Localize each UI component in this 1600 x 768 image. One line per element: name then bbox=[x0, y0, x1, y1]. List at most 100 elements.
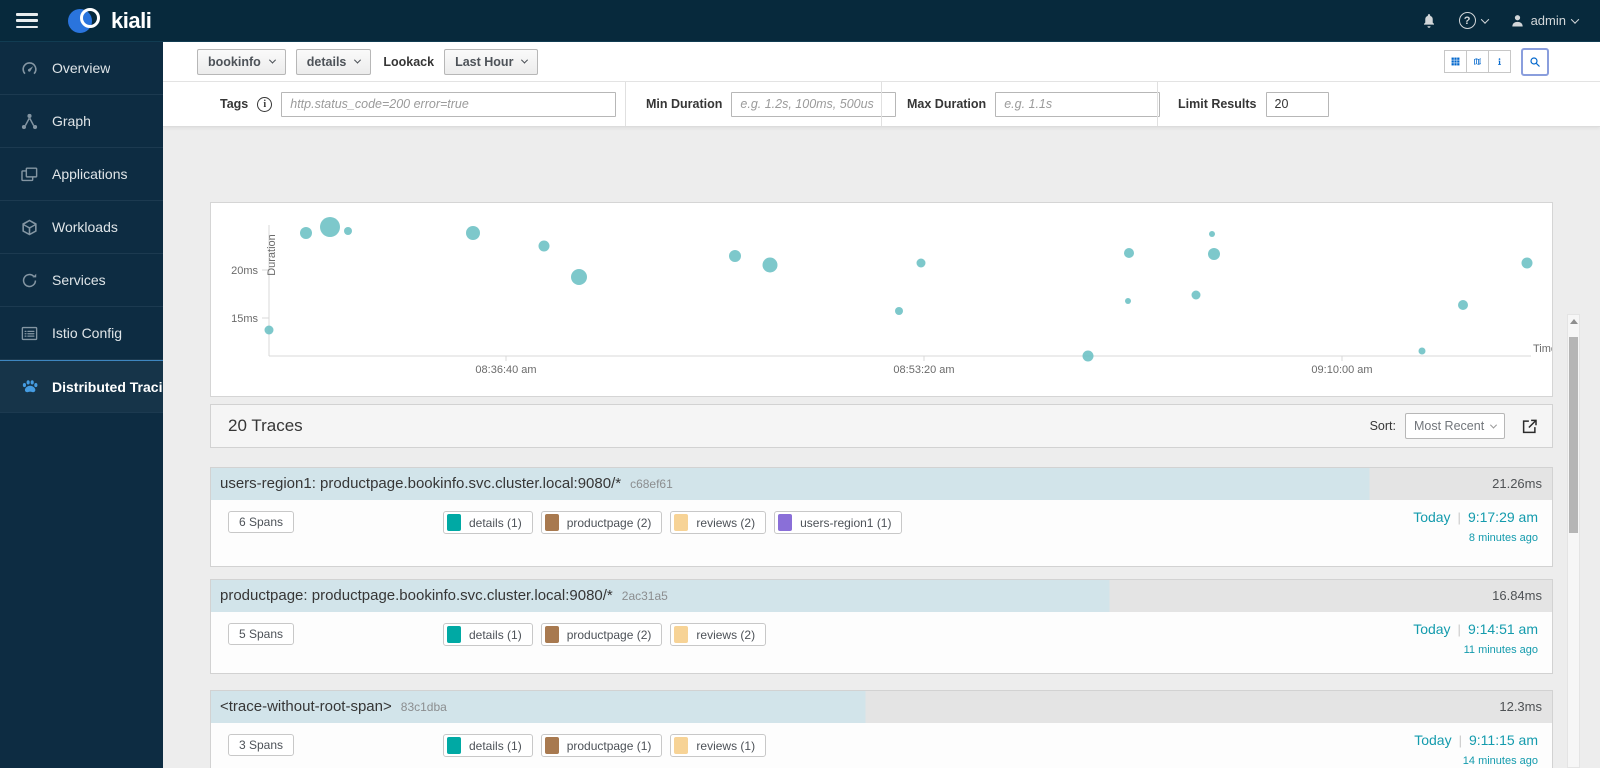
trace-clock-time: 9:14:51 am bbox=[1467, 621, 1538, 637]
trace-scatter-point[interactable] bbox=[1521, 257, 1533, 269]
trace-relative-time: 11 minutes ago bbox=[1463, 644, 1538, 656]
tags-info-icon[interactable]: i bbox=[257, 96, 273, 112]
chip-color-block bbox=[674, 514, 689, 531]
trace-scatter-point[interactable] bbox=[571, 269, 587, 285]
notifications-bell-icon[interactable] bbox=[1421, 12, 1437, 29]
trace-time: Today | 9:11:15 am 14 minutes ago bbox=[1414, 732, 1538, 767]
chevron-down-icon bbox=[1480, 14, 1489, 24]
trace-title-bar[interactable]: productpage: productpage.bookinfo.svc.cl… bbox=[211, 580, 1552, 612]
limit-results-label: Limit Results bbox=[1178, 97, 1257, 111]
service-chip: reviews (2) bbox=[670, 511, 767, 534]
trace-scatter-point[interactable] bbox=[466, 226, 480, 240]
workloads-icon bbox=[20, 218, 39, 237]
trace-relative-time: 14 minutes ago bbox=[1462, 755, 1538, 767]
sidebar-item-distributed-tracing[interactable]: Distributed Traci... bbox=[0, 360, 163, 413]
trace-scatter-point[interactable] bbox=[1208, 248, 1220, 260]
tags-input[interactable] bbox=[281, 91, 617, 117]
service-chip-label: productpage (2) bbox=[566, 627, 652, 642]
y-tick-label: 15ms bbox=[231, 313, 258, 325]
tags-label: Tags bbox=[220, 97, 249, 111]
max-duration-input[interactable] bbox=[995, 91, 1161, 117]
service-chip-label: reviews (2) bbox=[696, 627, 756, 642]
trace-scatter-point[interactable] bbox=[1209, 231, 1215, 237]
trace-title-bar[interactable]: users-region1: productpage.bookinfo.svc.… bbox=[211, 468, 1552, 500]
chip-color-block bbox=[674, 737, 689, 754]
grid-view-icon[interactable] bbox=[1444, 50, 1467, 73]
sidebar-item-services[interactable]: Services bbox=[0, 254, 163, 307]
trace-scatter-point[interactable] bbox=[762, 257, 778, 273]
chip-color-block bbox=[544, 514, 559, 531]
trace-time-line: Today | 9:17:29 am bbox=[1413, 509, 1538, 525]
scroll-up-arrow-icon[interactable] bbox=[1568, 315, 1579, 328]
trace-id: 83c1dba bbox=[400, 700, 447, 714]
vertical-scrollbar bbox=[1567, 314, 1580, 768]
trace-time-line: Today | 9:14:51 am bbox=[1413, 621, 1538, 637]
min-duration-input[interactable] bbox=[731, 91, 897, 117]
trace-scatter-point[interactable] bbox=[1124, 248, 1134, 258]
limit-results-input[interactable] bbox=[1265, 91, 1329, 117]
trace-time: Today | 9:17:29 am 8 minutes ago bbox=[1413, 509, 1538, 544]
trace-scatter-point[interactable] bbox=[1418, 347, 1426, 355]
masthead: kiali ? admin bbox=[0, 0, 1600, 42]
trace-title-bar[interactable]: <trace-without-root-span> 83c1dba 12.3ms bbox=[211, 691, 1552, 723]
menu-toggle-icon[interactable] bbox=[16, 13, 38, 28]
trace-scatter-point[interactable] bbox=[300, 227, 312, 239]
sidebar-item-istio-config[interactable]: Istio Config bbox=[0, 307, 163, 360]
trace-scatter-point[interactable] bbox=[320, 217, 340, 237]
trace-scatter-point[interactable] bbox=[729, 250, 741, 262]
service-chip-label: details (1) bbox=[469, 515, 522, 530]
trace-scatter-point[interactable] bbox=[1082, 350, 1094, 362]
lookback-dropdown[interactable]: Last Hour bbox=[444, 48, 539, 75]
namespace-dropdown[interactable]: bookinfo bbox=[197, 48, 286, 75]
sidebar-item-label: Applications bbox=[52, 166, 128, 182]
chip-color-block bbox=[544, 626, 559, 643]
map-view-icon[interactable] bbox=[1466, 50, 1489, 73]
help-menu[interactable]: ? bbox=[1458, 12, 1489, 29]
x-tick-label: 08:36:40 am bbox=[475, 364, 536, 376]
time-separator: | bbox=[1457, 510, 1461, 525]
trace-card-body: 3 Spans details (1) productpage (1) reviews… bbox=[211, 723, 1552, 767]
trace-title: <trace-without-root-span> bbox=[220, 698, 392, 715]
trace-scatter-point[interactable] bbox=[1191, 290, 1201, 300]
service-chips-row: details (1) productpage (2) reviews (2) use… bbox=[443, 511, 903, 534]
services-icon bbox=[20, 271, 39, 290]
service-chips-row: details (1) productpage (2) reviews (2) bbox=[443, 623, 767, 646]
sidebar-item-applications[interactable]: Applications bbox=[0, 148, 163, 201]
trace-card: <trace-without-root-span> 83c1dba 12.3ms 3 … bbox=[210, 690, 1553, 768]
trace-scatter-point[interactable] bbox=[344, 227, 352, 235]
trace-scatter-point[interactable] bbox=[1125, 298, 1131, 304]
sidebar-item-label: Services bbox=[52, 272, 106, 288]
trace-scatter-point[interactable] bbox=[264, 325, 274, 335]
trace-scatter-point[interactable] bbox=[1458, 300, 1468, 310]
service-dropdown[interactable]: details bbox=[295, 48, 372, 75]
scrollbar-thumb[interactable] bbox=[1569, 337, 1578, 533]
sidebar-item-label: Istio Config bbox=[52, 325, 123, 341]
trace-clock-time: 9:17:29 am bbox=[1467, 509, 1538, 525]
sidebar-item-workloads[interactable]: Workloads bbox=[0, 201, 163, 254]
trace-filters: Tags i Min Duration Max Duration Limit R… bbox=[163, 82, 1600, 127]
sidebar-item-overview[interactable]: Overview bbox=[0, 42, 163, 95]
trace-id: 2ac31a5 bbox=[621, 589, 668, 603]
info-icon[interactable] bbox=[1488, 50, 1511, 73]
sidebar-item-graph[interactable]: Graph bbox=[0, 95, 163, 148]
sort-select[interactable]: Most Recent bbox=[1405, 413, 1505, 439]
service-chip: details (1) bbox=[443, 511, 533, 534]
chevron-down-icon bbox=[1570, 14, 1580, 24]
sort-label: Sort: bbox=[1369, 419, 1396, 433]
trace-title: productpage: productpage.bookinfo.svc.cl… bbox=[220, 587, 613, 604]
service-chip-label: details (1) bbox=[469, 738, 522, 753]
trace-card: users-region1: productpage.bookinfo.svc.… bbox=[210, 467, 1553, 567]
tracing-icon bbox=[20, 377, 39, 396]
user-name: admin bbox=[1530, 13, 1566, 28]
external-link-icon[interactable] bbox=[1521, 417, 1539, 435]
trace-day: Today bbox=[1413, 621, 1451, 637]
trace-scatter-point[interactable] bbox=[538, 240, 550, 252]
sidebar-item-label: Distributed Traci... bbox=[52, 378, 163, 395]
service-chip: productpage (1) bbox=[540, 734, 663, 757]
trace-day: Today bbox=[1413, 509, 1451, 525]
search-icon[interactable] bbox=[1521, 47, 1549, 76]
trace-scatter-point[interactable] bbox=[916, 258, 926, 268]
trace-time: Today | 9:14:51 am 11 minutes ago bbox=[1413, 621, 1538, 656]
trace-scatter-point[interactable] bbox=[895, 307, 903, 315]
user-menu[interactable]: admin bbox=[1510, 13, 1580, 28]
